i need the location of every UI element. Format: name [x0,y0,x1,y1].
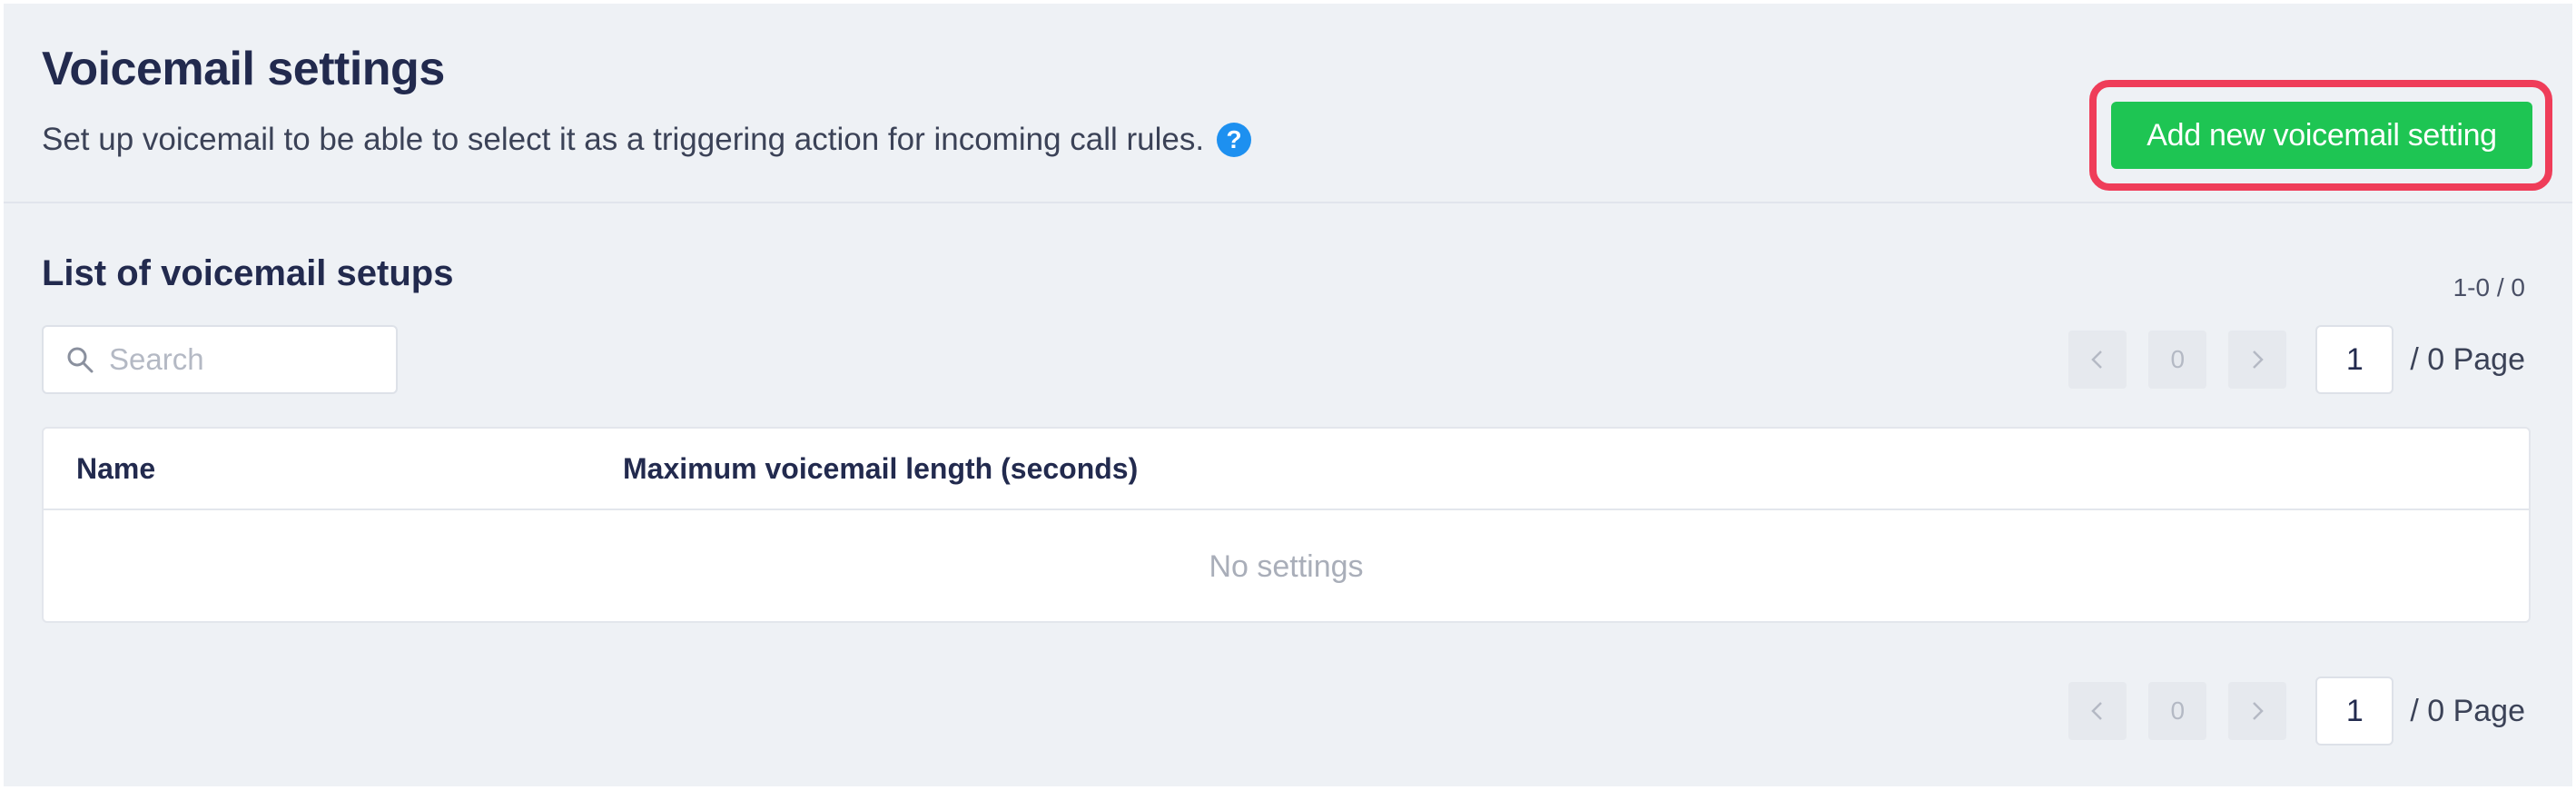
pagination-top: 0 1 / 0 Page [2068,325,2525,394]
prev-page-button[interactable] [2068,682,2127,740]
page-number-input[interactable]: 1 [2315,325,2394,394]
prev-page-button[interactable] [2068,331,2127,389]
subtitle-text: Set up voicemail to be able to select it… [42,122,1205,157]
list-title: List of voicemail setups [42,253,454,293]
question-circle-icon[interactable]: ? [1217,123,1252,157]
chevron-right-icon [2253,702,2265,720]
page-header: Voicemail settings Set up voicemail to b… [4,4,2572,203]
page-total-label: / 0 Page [2410,693,2525,728]
search-input[interactable] [109,342,381,377]
current-page-indicator: 0 [2148,682,2207,740]
page-title: Voicemail settings [42,43,445,95]
search-icon [65,345,94,374]
page-total-label: / 0 Page [2410,341,2525,377]
pagination-bottom: 0 1 / 0 Page [2068,676,2525,746]
chevron-right-icon [2253,351,2265,369]
next-page-button[interactable] [2228,331,2287,389]
add-voicemail-setting-button[interactable]: Add new voicemail setting [2111,102,2532,169]
empty-state: No settings [1209,548,1364,584]
search-box[interactable] [42,325,398,394]
current-page-indicator: 0 [2148,331,2207,389]
table-header: Name Maximum voicemail length (seconds) [44,429,2529,510]
column-header-name: Name [76,451,156,485]
next-page-button[interactable] [2228,682,2287,740]
page-subtitle: Set up voicemail to be able to select it… [42,122,1252,158]
voicemail-table: Name Maximum voicemail length (seconds) … [42,427,2531,623]
voicemail-settings-page: Voicemail settings Set up voicemail to b… [4,4,2572,786]
chevron-left-icon [2091,351,2103,369]
page-number-input[interactable]: 1 [2315,676,2394,746]
chevron-left-icon [2091,702,2103,720]
result-count: 1-0 / 0 [2453,273,2525,301]
column-header-max-length: Maximum voicemail length (seconds) [623,451,1139,485]
